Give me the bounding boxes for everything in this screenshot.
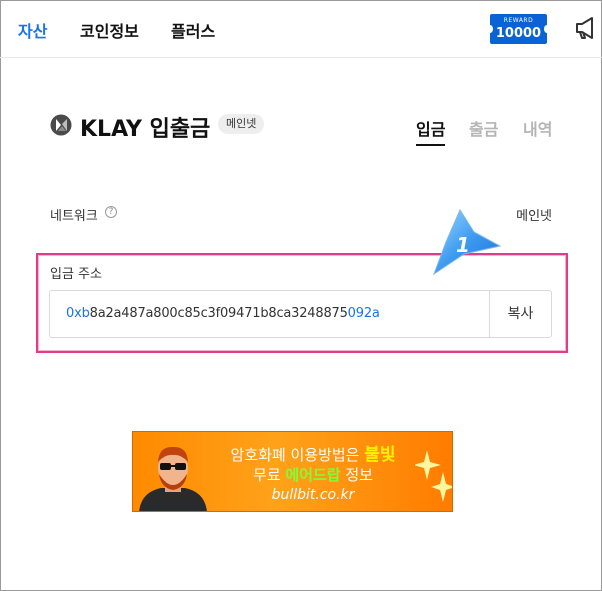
network-value: 메인넷: [516, 209, 552, 224]
nav-tab-coin-info[interactable]: 코인정보: [80, 18, 139, 42]
help-icon[interactable]: ?: [105, 206, 117, 218]
banner-url: bullbit.co.kr: [271, 487, 355, 503]
banner-subline-c: 정보: [340, 466, 373, 484]
tab-withdraw[interactable]: 출금: [469, 116, 498, 140]
copy-button[interactable]: 복사: [489, 291, 551, 337]
banner-subline: 무료 에어드랍 정보: [205, 464, 421, 485]
klay-logo-icon: [50, 114, 72, 136]
tab-deposit[interactable]: 입금: [416, 116, 446, 146]
sparkle-icon: [415, 450, 452, 502]
network-badge: 메인넷: [218, 114, 265, 134]
banner-headline-text: 암호화폐 이용방법은: [230, 446, 365, 464]
address-middle: 8a2a487a800c85c3f09471b8ca3248875: [89, 306, 348, 321]
tab-history[interactable]: 내역: [523, 116, 552, 140]
deposit-address-field[interactable]: 0xb8a2a487a800c85c3f09471b8ca3248875092a…: [49, 290, 552, 338]
deposit-address-label: 입금 주소: [50, 267, 102, 282]
mascot-man-icon: [139, 446, 207, 511]
nav-tab-assets[interactable]: 자산: [18, 18, 47, 42]
megaphone-icon[interactable]: [574, 15, 598, 41]
reward-value: 10000: [495, 26, 542, 41]
banner-subline-a: 무료: [253, 466, 286, 484]
banner-brand: 불빛: [364, 445, 396, 465]
callout-number: 1: [456, 233, 470, 257]
callout-marker: 1: [432, 208, 502, 276]
reward-label: REWARD: [503, 17, 534, 24]
ad-banner[interactable]: 암호화폐 이용방법은 불빛 무료 에어드랍 정보 bullbit.co.kr: [132, 431, 453, 512]
page-title: KLAY 입출금: [80, 117, 211, 142]
reward-ticket-button[interactable]: REWARD 10000: [487, 14, 550, 44]
network-label: 네트워크: [50, 209, 98, 224]
nav-tab-plus[interactable]: 플러스: [171, 18, 215, 42]
address-prefix: 0xb: [66, 306, 90, 321]
address-suffix: 092a: [347, 306, 380, 321]
banner-headline: 암호화폐 이용방법은 불빛: [205, 440, 421, 465]
top-nav: 자산 코인정보 플러스 REWARD 10000: [0, 0, 602, 58]
deposit-address-value[interactable]: 0xb8a2a487a800c85c3f09471b8ca3248875092a: [66, 306, 380, 321]
banner-airdrop: 에어드랍: [285, 466, 341, 484]
